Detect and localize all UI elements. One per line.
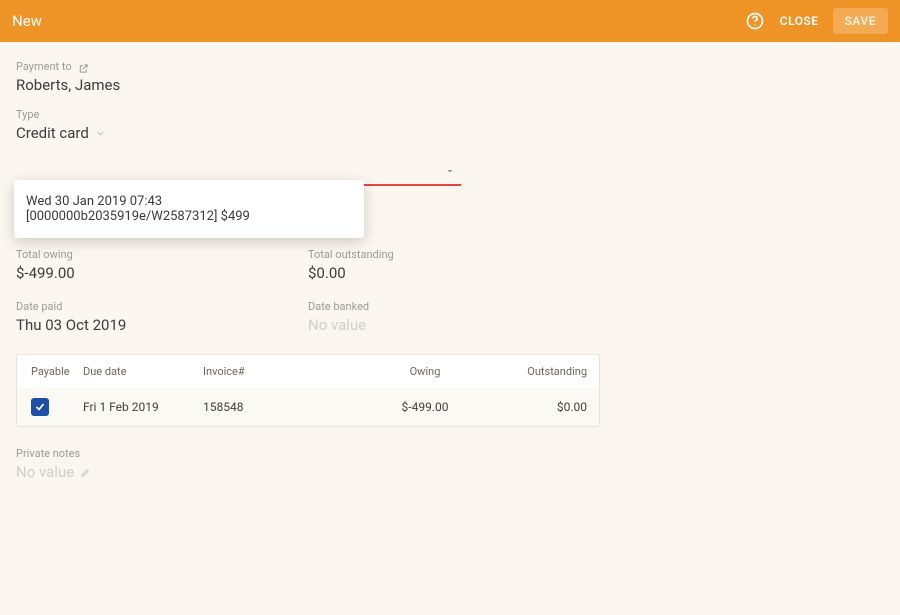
invoices-table: Payable Due date Invoice# Owing Outstand… [16,354,600,427]
col-invoice: Invoice# [195,365,365,378]
app-header: New CLOSE SAVE [0,0,900,42]
private-notes-text: No value [16,463,74,481]
row-owing: $-499.00 [365,400,485,414]
payment-in-dropdown-option[interactable]: Wed 30 Jan 2019 07:43 [0000000b2035919e/… [14,180,364,238]
form-content: Payment to Roberts, James Type Credit ca… [0,42,900,513]
col-due-date: Due date [75,365,195,378]
type-value[interactable]: Credit card [16,124,884,142]
col-payable: Payable [17,365,75,378]
type-label: Type [16,108,884,121]
caret-down-icon [445,161,455,180]
date-paid-value: Thu 03 Oct 2019 [16,316,308,334]
payment-to-label: Payment to [16,60,72,73]
chevron-down-icon [95,128,106,139]
total-owing-label: Total owing [16,248,308,261]
total-outstanding-value: $0.00 [308,264,600,282]
payment-to-value: Roberts, James [16,76,884,94]
edit-icon[interactable] [80,467,91,478]
private-notes-value[interactable]: No value [16,463,884,481]
save-button[interactable]: SAVE [833,8,888,34]
date-banked-value: No value [308,316,600,334]
type-text: Credit card [16,124,89,142]
table-row: Fri 1 Feb 2019 158548 $-499.00 $0.00 [17,388,599,426]
row-outstanding: $0.00 [485,400,601,414]
page-title: New [12,12,744,30]
row-checkbox[interactable] [31,398,49,416]
date-banked-label: Date banked [308,300,600,313]
dropdown-option-text: Wed 30 Jan 2019 07:43 [0000000b2035919e/… [26,194,250,224]
table-header: Payable Due date Invoice# Owing Outstand… [17,355,599,388]
date-paid-label: Date paid [16,300,308,313]
open-external-icon[interactable] [78,63,89,74]
header-actions: CLOSE SAVE [744,8,888,34]
row-invoice: 158548 [195,400,365,414]
close-button[interactable]: CLOSE [780,14,819,28]
help-icon[interactable] [744,10,766,32]
payment-to-label-row: Payment to [16,60,884,76]
private-notes-label: Private notes [16,447,884,460]
total-owing-value: $-499.00 [16,264,308,282]
col-owing: Owing [365,365,485,378]
total-outstanding-label: Total outstanding [308,248,600,261]
row-due-date: Fri 1 Feb 2019 [75,400,195,414]
col-outstanding: Outstanding [485,365,601,378]
